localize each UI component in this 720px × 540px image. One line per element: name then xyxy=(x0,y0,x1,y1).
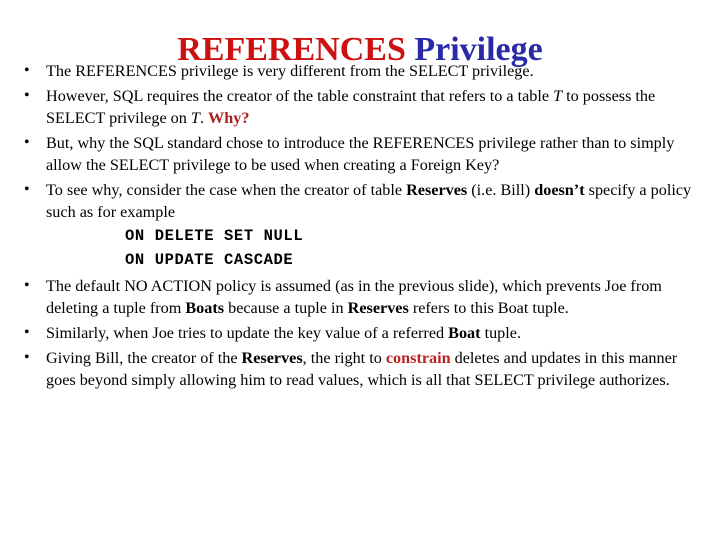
list-item: • To see why, consider the case when the … xyxy=(18,179,708,272)
text-run: Giving Bill, the creator of the xyxy=(46,349,242,367)
list-item-text: But, why the SQL standard chose to intro… xyxy=(46,132,708,176)
text-run: To see why, consider the case when the c… xyxy=(46,181,407,199)
emphasis-bold: Reserves xyxy=(406,181,468,199)
list-item-text: Similarly, when Joe tries to update the … xyxy=(46,322,708,344)
list-item: • Giving Bill, the creator of the Reserve… xyxy=(18,347,708,391)
list-item: • Similarly, when Joe tries to update the… xyxy=(18,322,708,344)
highlight-question: Why? xyxy=(208,109,250,127)
text-run: because a tuple in xyxy=(224,299,348,317)
list-item: • However, SQL requires the creator of th… xyxy=(18,85,708,129)
bullet-point-icon: • xyxy=(24,62,30,79)
text-run: . xyxy=(199,109,209,127)
emphasis-italic: T xyxy=(553,87,563,105)
highlight-keyword: constrain xyxy=(385,349,451,367)
text-run: But, why the SQL standard chose to intro… xyxy=(46,134,675,174)
emphasis-italic: T xyxy=(190,109,200,127)
text-run: tuple. xyxy=(480,324,521,342)
list-item-text: To see why, consider the case when the c… xyxy=(46,179,708,223)
text-run: However, SQL requires the creator of the… xyxy=(46,87,554,105)
list-item: • But, why the SQL standard chose to intr… xyxy=(18,132,708,176)
code-line: ON DELETE SET NULL xyxy=(125,227,304,245)
text-run: , the right to xyxy=(302,349,386,367)
emphasis-bold: Reserves xyxy=(347,299,409,317)
list-item: • The REFERENCES privilege is very differ… xyxy=(18,60,708,82)
list-item-text: The default NO ACTION policy is assumed … xyxy=(46,275,708,319)
code-block: ON DELETE SET NULL ON UPDATE CASCADE xyxy=(46,224,708,272)
bullet-list: • The REFERENCES privilege is very differ… xyxy=(18,60,708,394)
text-run: The REFERENCES privilege is very differe… xyxy=(46,62,534,80)
bullet-point-icon: • xyxy=(24,324,30,341)
emphasis-bold: Reserves xyxy=(241,349,303,367)
list-item-text: Giving Bill, the creator of the Reserves… xyxy=(46,347,708,391)
code-line: ON UPDATE CASCADE xyxy=(125,251,294,269)
list-item-text: The REFERENCES privilege is very differe… xyxy=(46,60,708,82)
bullet-point-icon: • xyxy=(24,349,30,366)
bullet-point-icon: • xyxy=(24,87,30,104)
bullet-point-icon: • xyxy=(24,277,30,294)
text-run: Similarly, when Joe tries to update the … xyxy=(46,324,449,342)
emphasis-bold: doesn’t xyxy=(534,181,585,199)
slide-canvas: REFERENCES Privilege • The REFERENCES pri… xyxy=(0,0,720,540)
text-run: refers to this Boat tuple. xyxy=(408,299,569,317)
bullet-point-icon: • xyxy=(24,181,30,198)
text-run: (i.e. Bill) xyxy=(467,181,535,199)
emphasis-bold: Boats xyxy=(185,299,225,317)
list-item: • The default NO ACTION policy is assumed… xyxy=(18,275,708,319)
emphasis-bold: Boat xyxy=(448,324,481,342)
list-item-text: However, SQL requires the creator of the… xyxy=(46,85,708,129)
bullet-point-icon: • xyxy=(24,134,30,151)
